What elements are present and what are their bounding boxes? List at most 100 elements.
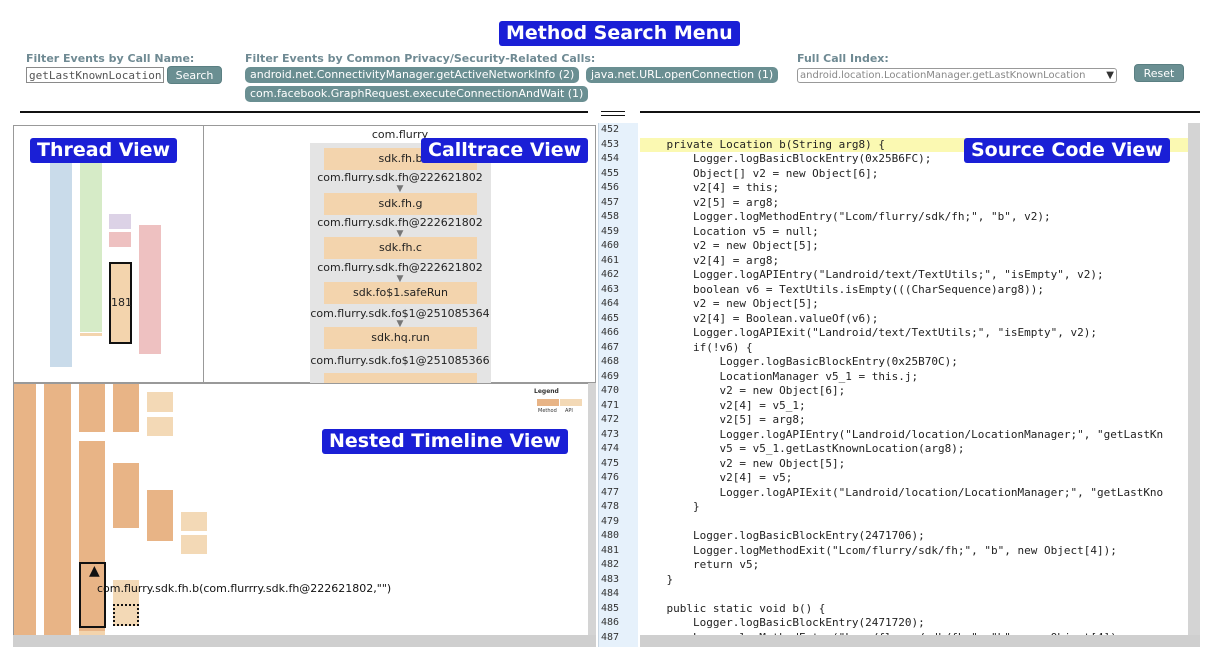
line-number: 485 (601, 602, 620, 614)
line-number: 468 (601, 356, 620, 367)
right-separator-rule (640, 111, 1200, 113)
code-line: v2[4] = arg8; (640, 253, 780, 267)
code-line: Location v5 = null; (640, 224, 819, 238)
calltrace-node-3[interactable]: sdk.fo$1.safeRun (324, 282, 477, 304)
legend-api-label: API (565, 408, 573, 414)
thread-view-panel[interactable]: 181 (13, 125, 203, 383)
line-number: 455 (601, 167, 620, 179)
calltrace-node-4[interactable]: sdk.hq.run (324, 327, 477, 349)
line-number: 474 (601, 443, 620, 454)
timeline-vertical-scrollbar[interactable] (588, 383, 596, 635)
code-line: Logger.logAPIExit("Landroid/location/Loc… (640, 485, 1164, 499)
line-number: 487 (601, 631, 620, 643)
line-number: 463 (601, 283, 620, 295)
privacy-call-pill-graph-request[interactable]: com.facebook.GraphRequest.executeConnect… (245, 86, 589, 102)
line-number: 482 (601, 559, 620, 570)
line-number: 479 (601, 515, 620, 527)
source-code-panel[interactable]: private Location b(String arg8) { Logger… (640, 123, 1188, 635)
line-number: 476 (601, 472, 620, 483)
line-number: 481 (601, 544, 620, 556)
timeline-api-bar[interactable] (181, 512, 207, 531)
legend-api-swatch (560, 399, 582, 406)
calltrace-view-title: Calltrace View (421, 138, 589, 163)
line-number: 475 (601, 457, 620, 469)
timeline-api-bar[interactable] (147, 392, 173, 412)
timeline-api-bar[interactable] (181, 535, 207, 554)
calltrace-obj-4: com.flurry.sdk.fo$1@251085366 (310, 354, 490, 367)
timeline-method-bar[interactable] (113, 384, 139, 432)
middle-separator-rule-2 (601, 115, 625, 116)
thread-bar-1[interactable] (50, 146, 72, 367)
timeline-horizontal-scrollbar[interactable] (13, 635, 596, 647)
timeline-method-bar[interactable] (44, 384, 71, 635)
line-number: 471 (601, 399, 620, 411)
code-line: v2[5] = arg8; (640, 195, 780, 209)
timeline-hover-label: com.flurry.sdk.fh.b(com.flurrry.sdk.fh@2… (97, 582, 392, 595)
source-horizontal-scrollbar[interactable] (640, 635, 1200, 647)
line-number: 466 (601, 327, 620, 338)
full-call-index-label: Full Call Index: (797, 52, 889, 65)
nested-timeline-view-panel[interactable]: Legend Method API com.flurry.sdk.fh.b(co… (13, 383, 596, 635)
calltrace-obj-0: com.flurry.sdk.fh@222621802 (317, 171, 483, 184)
privacy-call-pill-network-info[interactable]: android.net.ConnectivityManager.getActiv… (245, 67, 580, 83)
code-line: v2[4] = v5_1; (640, 398, 806, 412)
reset-button[interactable]: Reset (1134, 64, 1184, 82)
code-line: Logger.logBasicBlockEntry(0x25B70C); (640, 355, 958, 368)
line-number: 456 (601, 182, 620, 193)
code-line: v2 = new Object[5]; (640, 239, 819, 252)
line-number: 484 (601, 588, 620, 599)
privacy-call-pill-url-open-connection[interactable]: java.net.URL.openConnection (1) (586, 67, 779, 83)
timeline-api-bar[interactable] (147, 417, 173, 436)
calltrace-node-5[interactable] (324, 373, 477, 383)
filter-privacy-calls-label: Filter Events by Common Privacy/Security… (245, 52, 596, 65)
line-number: 458 (601, 211, 620, 222)
line-number: 477 (601, 486, 620, 498)
timeline-method-bar[interactable] (79, 384, 105, 432)
mouse-cursor-icon: ▲ (89, 563, 100, 579)
code-line: Logger.logAPIEntry("Landroid/location/Lo… (640, 427, 1164, 441)
line-number: 486 (601, 617, 620, 628)
timeline-method-bar[interactable] (113, 463, 139, 528)
left-separator-rule (20, 111, 588, 113)
call-name-search-input[interactable] (26, 67, 164, 83)
line-number: 480 (601, 530, 620, 541)
line-number: 469 (601, 370, 620, 382)
timeline-method-bar[interactable] (14, 384, 36, 635)
source-vertical-scrollbar[interactable] (1188, 123, 1200, 635)
thread-bar-3a[interactable] (109, 214, 131, 229)
line-number: 464 (601, 298, 620, 309)
full-call-index-value: android.location.LocationManager.getLast… (800, 70, 1086, 81)
method-search-menu-title: Method Search Menu (499, 21, 740, 46)
code-line: Logger.logAPIExit("Landroid/text/TextUti… (640, 326, 1097, 339)
line-number: 457 (601, 196, 620, 208)
legend-method-swatch (537, 399, 559, 406)
search-button[interactable]: Search (167, 66, 222, 84)
code-line: Logger.logBasicBlockEntry(2471720); (640, 616, 925, 629)
code-line: Logger.logAPIEntry("Landroid/text/TextUt… (640, 268, 1104, 281)
timeline-method-bar[interactable] (147, 490, 173, 541)
line-number: 465 (601, 312, 620, 324)
thread-bar-selected[interactable]: 181 (109, 262, 132, 344)
code-line: Logger.logBasicBlockEntry(2471706); (640, 529, 925, 542)
line-number: 472 (601, 414, 620, 425)
source-code-view-title: Source Code View (964, 138, 1170, 163)
line-number: 483 (601, 573, 620, 585)
line-number: 459 (601, 225, 620, 237)
filter-by-call-name-label: Filter Events by Call Name: (26, 52, 195, 65)
line-number: 470 (601, 385, 620, 396)
timeline-api-bar-hover[interactable] (113, 604, 139, 626)
thread-bar-2-tail (80, 333, 102, 336)
code-line: public static void b() { (640, 601, 826, 615)
line-number: 462 (601, 269, 620, 280)
code-line: Object[] v2 = new Object[6]; (640, 166, 879, 180)
code-line: Logger.logMethodEntry("Lcom/flurry/sdk/f… (640, 210, 1051, 223)
thread-bar-3b[interactable] (109, 232, 131, 247)
calltrace-node-2[interactable]: sdk.fh.c (324, 237, 477, 259)
calltrace-node-1[interactable]: sdk.fh.g (324, 193, 477, 215)
code-line: v2 = new Object[5]; (640, 297, 819, 310)
full-call-index-select[interactable]: android.location.LocationManager.getLast… (797, 68, 1117, 83)
code-line: Logger.logMethodExit("Lcom/flurry/sdk/fh… (640, 543, 1117, 557)
thread-bar-4[interactable] (139, 225, 161, 354)
thread-bar-2[interactable] (80, 146, 102, 332)
